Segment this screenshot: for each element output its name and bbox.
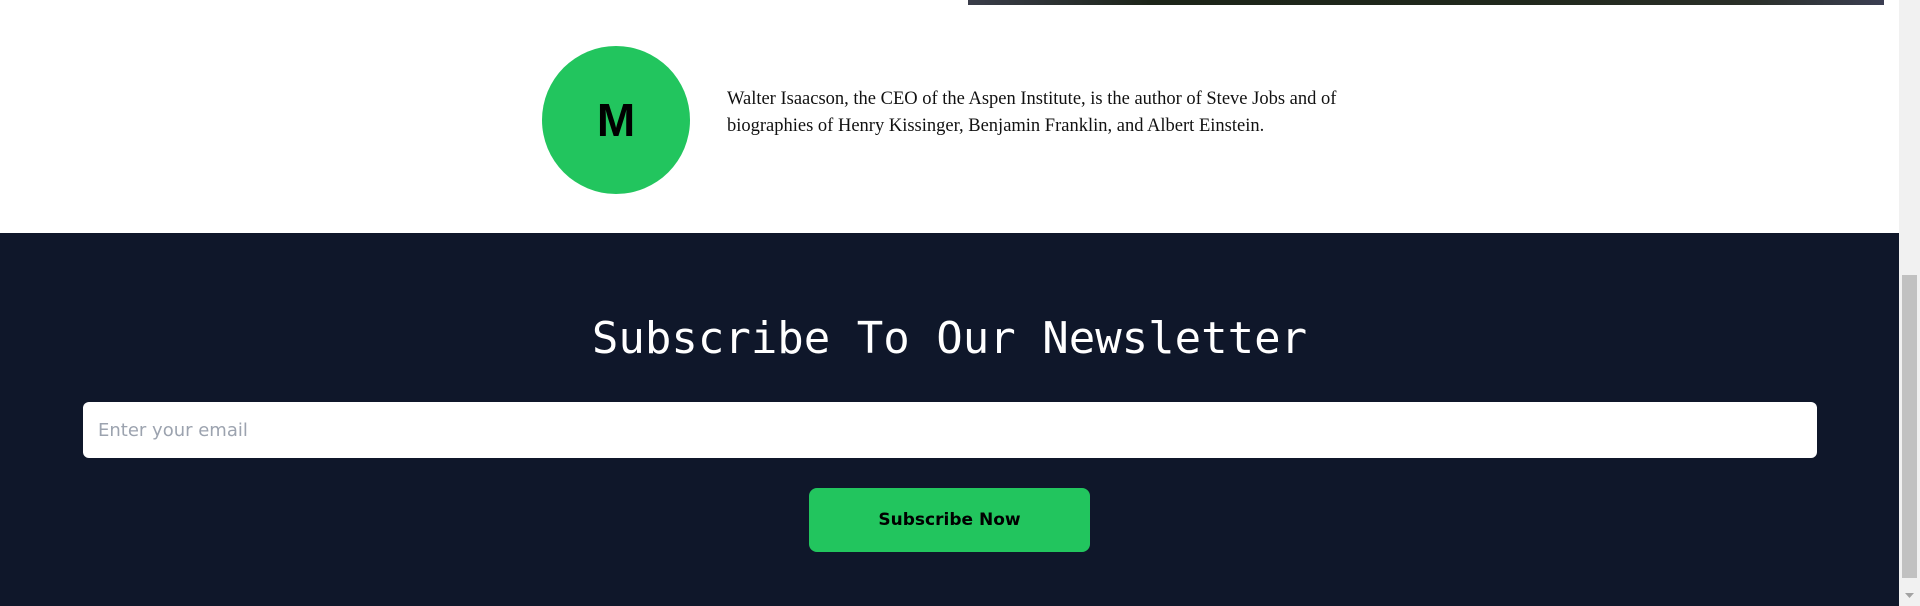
vertical-scrollbar[interactable] xyxy=(1899,0,1920,606)
email-input[interactable] xyxy=(83,402,1817,458)
author-avatar: M xyxy=(542,46,690,194)
article-image-bottom-edge xyxy=(968,0,1884,5)
chevron-down-icon[interactable] xyxy=(1902,588,1917,603)
avatar-initial: M xyxy=(596,94,636,146)
newsletter-title: Subscribe To Our Newsletter xyxy=(591,313,1308,364)
author-section: M Walter Isaacson, the CEO of the Aspen … xyxy=(0,0,1899,233)
newsletter-section: Subscribe To Our Newsletter Subscribe No… xyxy=(0,233,1899,606)
subscribe-button[interactable]: Subscribe Now xyxy=(809,488,1090,552)
page: M Walter Isaacson, the CEO of the Aspen … xyxy=(0,0,1920,606)
author-bio: Walter Isaacson, the CEO of the Aspen In… xyxy=(727,89,1337,136)
scrollbar-thumb[interactable] xyxy=(1902,275,1917,578)
